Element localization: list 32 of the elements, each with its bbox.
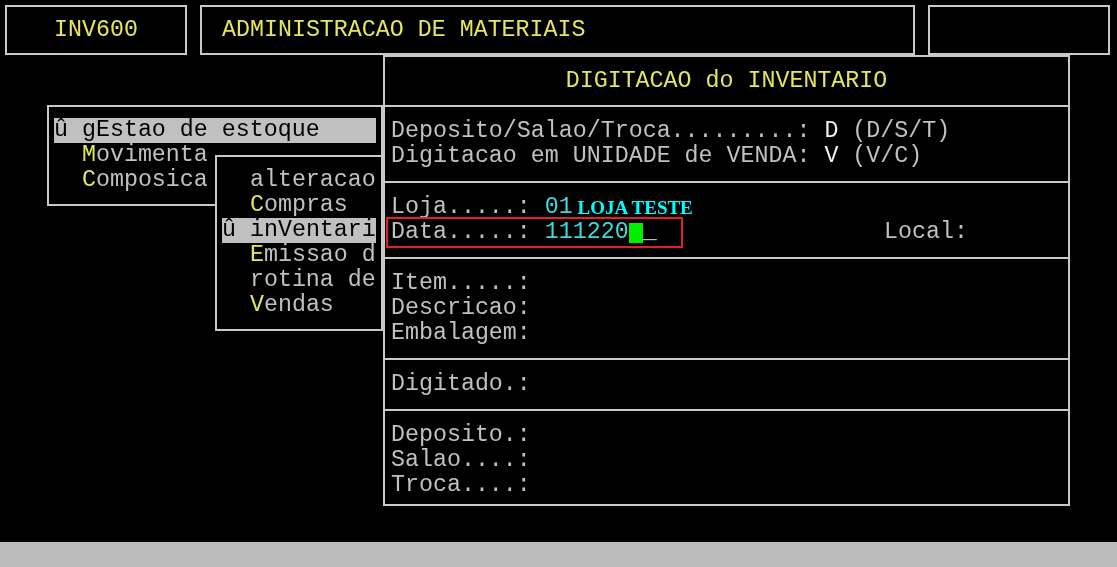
menu-item[interactable]: alteracao: [222, 168, 376, 193]
field-label: Salao....:: [391, 448, 531, 473]
menu-item[interactable]: Vendas: [222, 293, 334, 318]
field-label: Data.....:: [391, 220, 531, 245]
field-label: Deposito.:: [391, 423, 531, 448]
menu-item[interactable]: Emissao d: [222, 243, 376, 268]
field-label: Digitado.:: [391, 372, 531, 397]
menu-item[interactable]: Movimenta: [54, 143, 208, 168]
store-name: LOJA TESTE: [577, 196, 693, 220]
field-label: Deposito/Salao/Troca.........:: [391, 119, 811, 144]
field-value[interactable]: D: [824, 119, 839, 144]
input-fill: _: [642, 220, 657, 245]
program-code: INV600: [54, 17, 138, 43]
menu-item[interactable]: û inVentari: [222, 218, 376, 243]
menu-item[interactable]: Compras: [222, 193, 348, 218]
field-value[interactable]: V: [824, 144, 839, 169]
menu-item[interactable]: Composica: [54, 168, 208, 193]
field-label: Digitacao em UNIDADE de VENDA:: [391, 144, 811, 169]
field-label: Descricao:: [391, 296, 531, 321]
field-hint: (D/S/T): [852, 119, 951, 144]
field-value[interactable]: 01: [544, 195, 573, 220]
field-label: Embalagem:: [391, 321, 531, 346]
field-value[interactable]: 111220: [544, 220, 629, 245]
system-title: ADMINISTRACAO DE MATERIAIS: [222, 17, 586, 43]
field-label: Troca....:: [391, 473, 531, 498]
field-hint: (V/C): [852, 144, 923, 169]
field-label: Loja.....:: [391, 195, 531, 220]
menu-item[interactable]: û gEstao de estoque: [54, 118, 376, 143]
field-label: Item.....:: [391, 271, 531, 296]
menu-item[interactable]: rotina de: [222, 268, 376, 293]
field-label: Local:: [884, 220, 968, 245]
form-title: DIGITACAO do INVENTARIO: [565, 68, 888, 94]
